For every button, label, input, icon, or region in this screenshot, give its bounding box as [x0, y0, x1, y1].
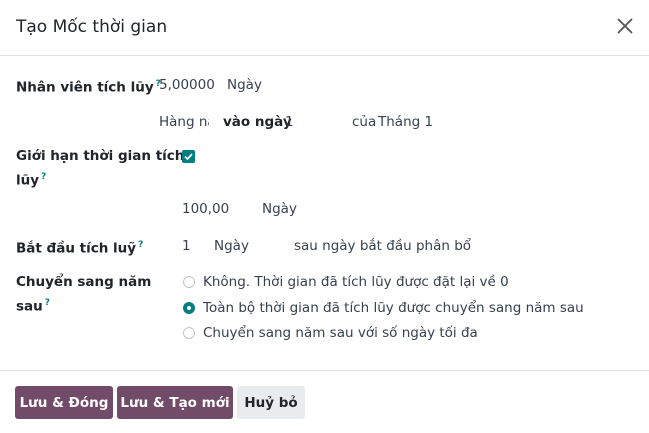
carryover-option-max-label[interactable]: Chuyển sang năm sau với số ngày tối đa [203, 323, 478, 343]
help-icon[interactable]: ? [45, 298, 50, 308]
cap-accrued-checkbox[interactable] [182, 150, 195, 163]
on-day-label: vào ngày [223, 114, 292, 130]
dialog-title: Tạo Mốc thời gian [16, 17, 168, 37]
accrual-month-select[interactable]: Tháng 1 [378, 112, 433, 132]
carryover-option-max-radio[interactable] [183, 327, 195, 339]
help-icon[interactable]: ? [138, 240, 143, 250]
cap-accrued-label: Giới hạn thời gian tích lũy? [16, 146, 184, 192]
start-unit-select[interactable]: Ngày [214, 236, 249, 256]
carryover-option-none-radio[interactable] [183, 276, 195, 288]
dialog-header: Tạo Mốc thời gian [0, 0, 649, 56]
accrual-amount-label-text: Nhân viên tích lũy [16, 79, 154, 96]
carryover-label-line2: sau [16, 298, 43, 315]
cap-unit-label: Ngày [262, 201, 297, 217]
cap-label-line2: lũy [16, 172, 40, 189]
accrual-unit-select[interactable]: Ngày [227, 75, 262, 95]
accrual-amount-label: Nhân viên tích lũy? [16, 73, 161, 99]
save-close-button[interactable]: Lưu & Đóng [15, 386, 113, 419]
check-icon [184, 153, 193, 161]
help-icon[interactable]: ? [41, 172, 46, 182]
carryover-label-line1: Chuyển sang năm [16, 274, 152, 290]
carryover-option-none-label[interactable]: Không. Thời gian đã tích lũy được đặt lạ… [203, 272, 509, 292]
accrual-frequency-select[interactable]: Hàng nă [159, 112, 209, 132]
discard-button[interactable]: Huỷ bỏ [237, 386, 305, 419]
start-accrual-label: Bắt đầu tích luỹ? [16, 234, 143, 260]
cap-label-line1: Giới hạn thời gian tích [16, 148, 185, 164]
carryover-option-all-radio[interactable] [183, 302, 195, 314]
of-month-label: của [352, 114, 377, 130]
accrual-day-select[interactable]: 1 [285, 112, 294, 132]
cap-max-input[interactable]: 100,00 [182, 199, 229, 219]
accrual-amount-input[interactable]: 5,00000 [159, 75, 215, 95]
carryover-option-all-label[interactable]: Toàn bộ thời gian đã tích lũy được chuyể… [203, 298, 584, 318]
start-count-input[interactable]: 1 [182, 236, 191, 256]
start-after-text: sau ngày bắt đầu phân bổ [294, 238, 472, 254]
carryover-label: Chuyển sang năm sau? [16, 272, 151, 318]
close-icon[interactable] [613, 14, 637, 38]
save-new-button[interactable]: Lưu & Tạo mới [117, 386, 233, 419]
start-accrual-label-text: Bắt đầu tích luỹ [16, 240, 137, 257]
